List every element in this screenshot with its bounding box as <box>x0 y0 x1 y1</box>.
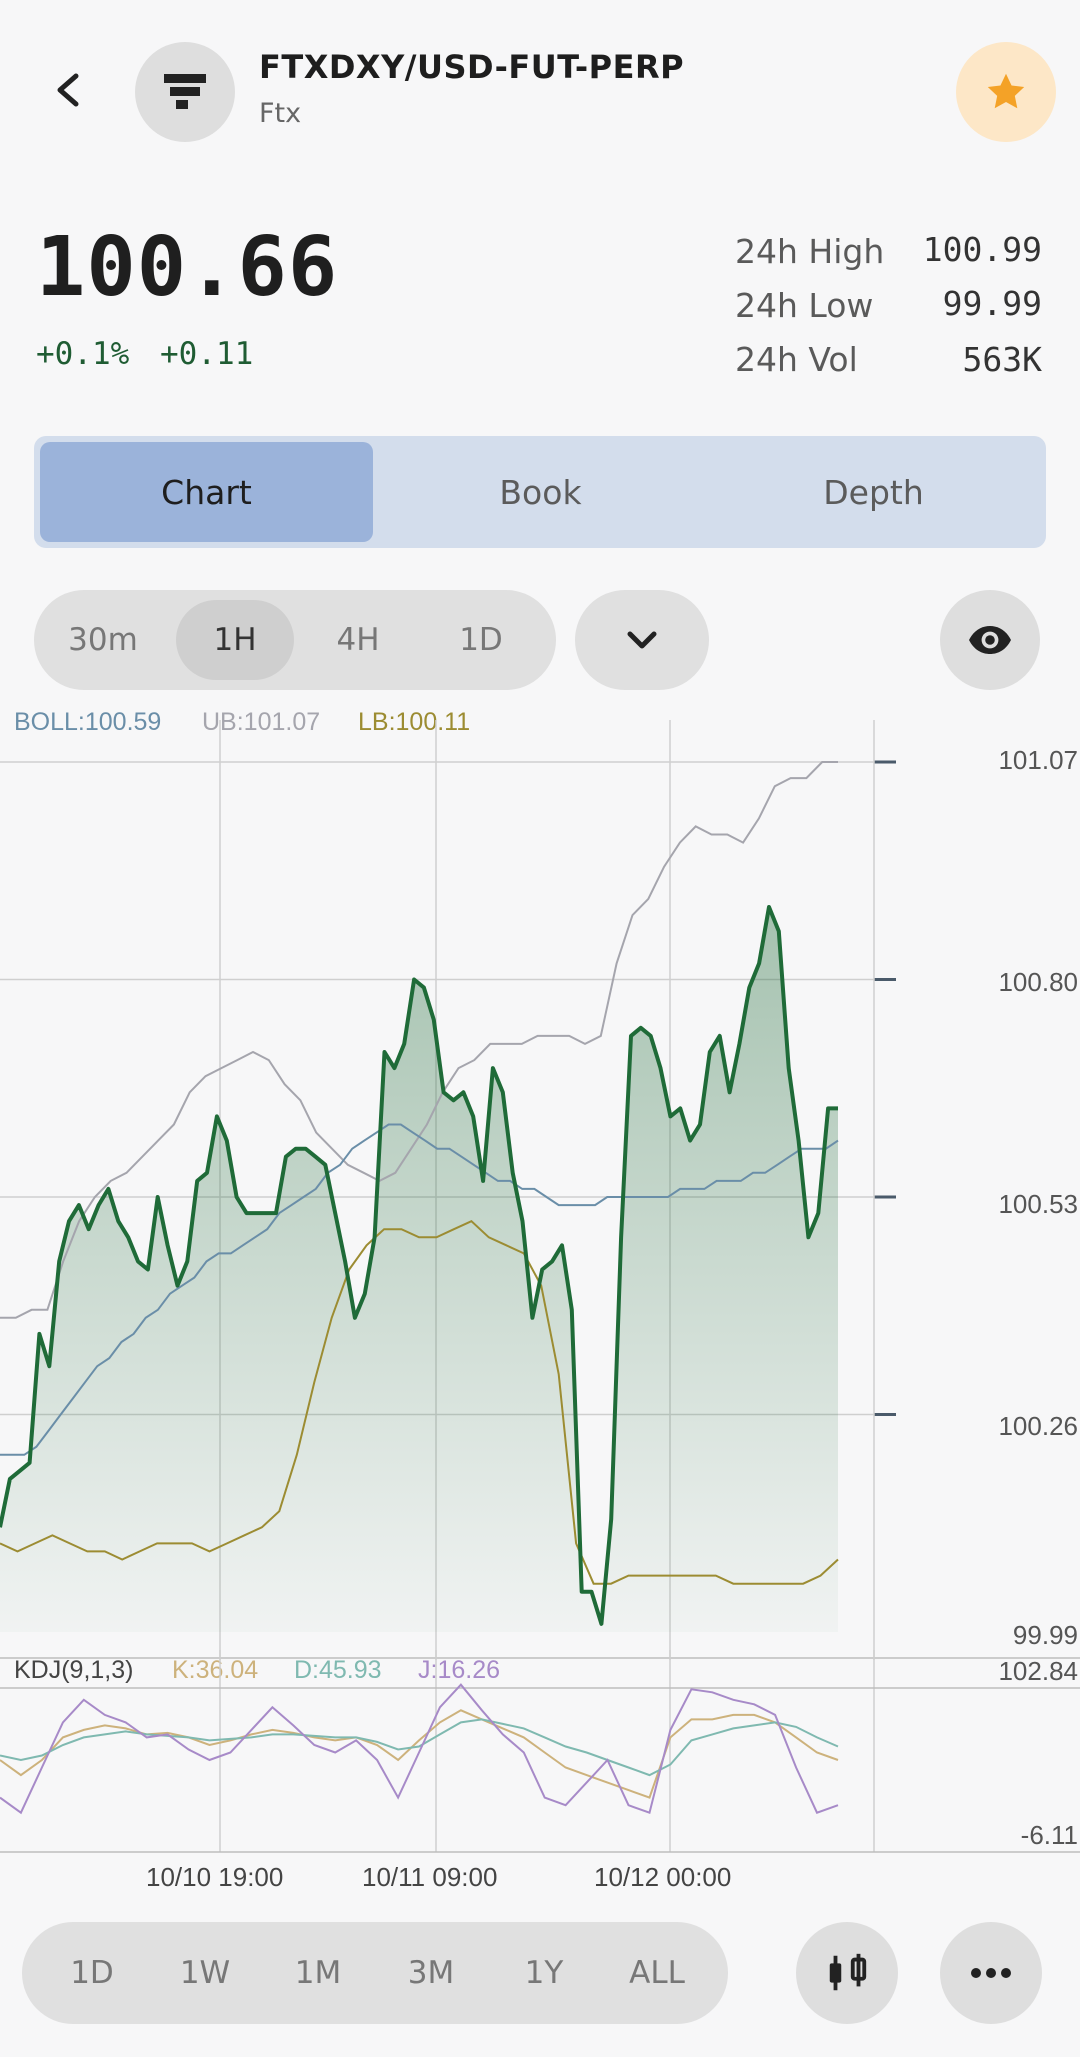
price-area <box>0 907 838 1632</box>
range-1d[interactable]: 1D <box>52 1932 132 2014</box>
x-tick-label: 10/11 09:00 <box>362 1862 498 1892</box>
low-label: 24h Low <box>735 286 874 325</box>
tab-depth[interactable]: Depth <box>707 442 1040 542</box>
pair-title: FTXDXY/USD-FUT-PERP <box>259 48 685 86</box>
chart-type-button[interactable] <box>796 1922 898 2024</box>
favorite-button[interactable] <box>956 42 1056 142</box>
interval-1h[interactable]: 1H <box>176 600 294 680</box>
interval-1d[interactable]: 1D <box>422 600 540 680</box>
more-button[interactable] <box>940 1922 1042 2024</box>
volume-label: 24h Vol <box>735 340 858 379</box>
y-tick-label: 100.26 <box>998 1411 1078 1441</box>
candlestick-icon <box>829 1953 867 1991</box>
back-button[interactable] <box>40 62 96 118</box>
kdj-j-line <box>0 1683 839 1815</box>
tab-chart[interactable]: Chart <box>40 442 373 542</box>
price-chart[interactable] <box>0 720 1080 1660</box>
high-label: 24h High <box>735 232 885 271</box>
range-selector: 1D 1W 1M 3M 1Y ALL <box>22 1922 728 2024</box>
y-tick-label: 100.53 <box>998 1189 1078 1219</box>
range-1y[interactable]: 1Y <box>504 1932 584 2014</box>
interval-selector: 30m 1H 4H 1D <box>34 590 556 690</box>
change-percent: +0.1% <box>36 336 130 372</box>
range-1m[interactable]: 1M <box>278 1932 358 2014</box>
exchange-logo <box>135 42 235 142</box>
eye-icon <box>969 626 1011 654</box>
ftx-logo-icon <box>164 74 206 109</box>
change-absolute: +0.11 <box>160 336 254 372</box>
x-tick-label: 10/12 00:00 <box>594 1862 732 1892</box>
y-tick-label: 99.99 <box>1012 1620 1078 1650</box>
kdj-chart[interactable] <box>0 1650 1080 1860</box>
chevron-left-icon <box>57 73 79 107</box>
interval-30m[interactable]: 30m <box>44 600 162 680</box>
exchange-name: Ftx <box>259 98 302 129</box>
star-icon <box>987 73 1025 109</box>
y-tick-label: 100.80 <box>998 967 1078 997</box>
y-tick-label: 101.07 <box>998 745 1078 775</box>
low-value: 99.99 <box>942 284 1042 323</box>
tab-book[interactable]: Book <box>374 442 707 542</box>
interval-dropdown-button[interactable] <box>575 590 709 690</box>
high-value: 100.99 <box>922 230 1042 269</box>
range-3m[interactable]: 3M <box>391 1932 471 2014</box>
x-tick-label: 10/10 19:00 <box>146 1862 284 1892</box>
last-price: 100.66 <box>36 220 339 315</box>
kdj-grid <box>0 1650 1080 1853</box>
chevron-down-icon <box>627 631 657 649</box>
range-1w[interactable]: 1W <box>165 1932 245 2014</box>
range-all[interactable]: ALL <box>612 1932 702 2014</box>
volume-value: 563K <box>962 340 1042 379</box>
interval-4h[interactable]: 4H <box>299 600 417 680</box>
view-tabs: Chart Book Depth <box>34 436 1046 548</box>
more-horizontal-icon <box>971 1968 1011 1978</box>
visibility-button[interactable] <box>940 590 1040 690</box>
